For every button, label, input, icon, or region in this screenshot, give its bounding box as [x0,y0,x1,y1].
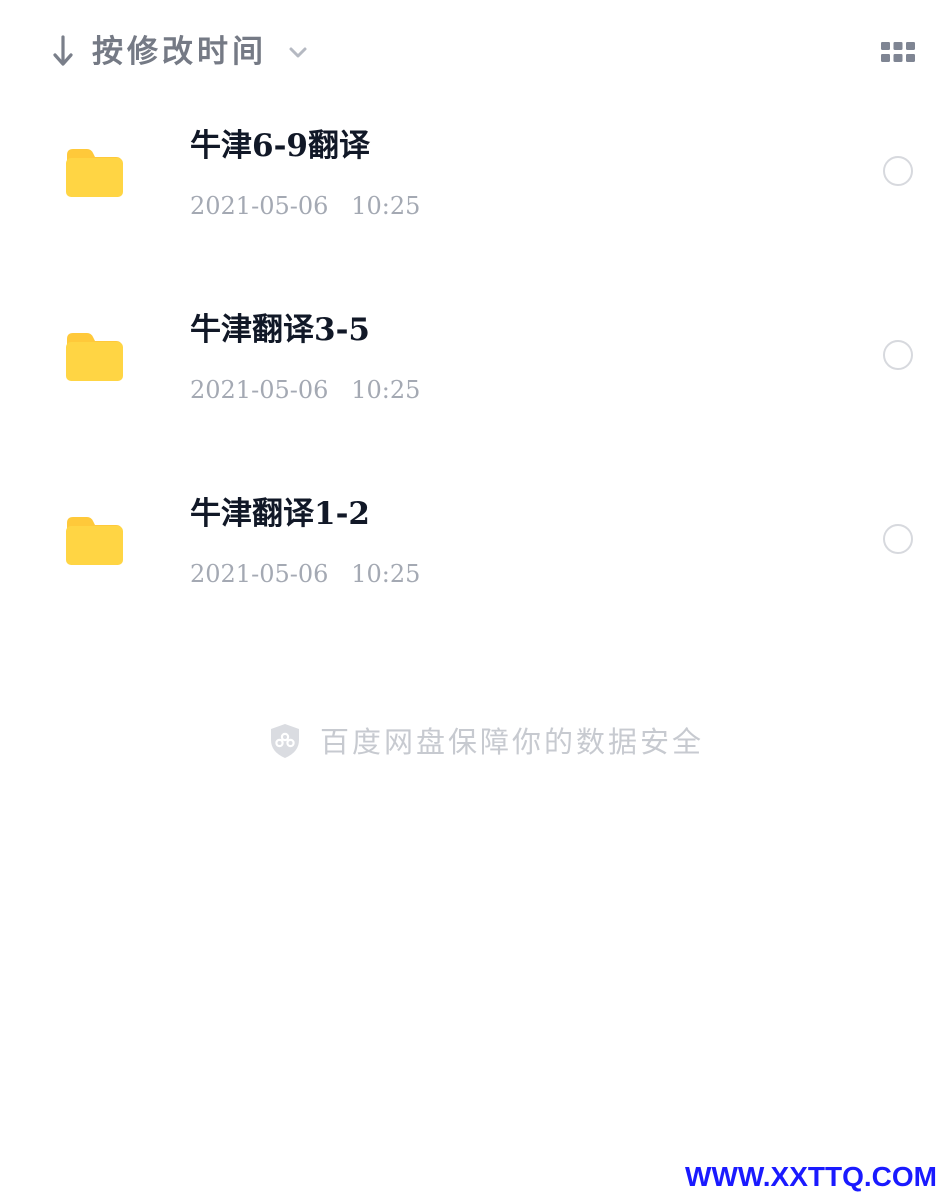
file-row[interactable]: 牛津6-9翻译 2021-05-06 10:25 [0,0,943,220]
file-name[interactable]: 牛津6-9翻译 [190,122,370,170]
select-radio[interactable] [883,156,913,186]
file-name[interactable]: 牛津翻译3-5 [190,306,370,354]
shield-icon [271,724,299,758]
file-row[interactable]: 牛津翻译1-2 2021-05-06 10:25 [0,368,943,588]
file-modified-date: 2021-05-06 10:25 [190,556,420,592]
select-radio[interactable] [883,524,913,554]
folder-icon [66,517,123,565]
security-note: 百度网盘保障你的数据安全 [0,718,943,766]
select-radio[interactable] [883,340,913,370]
file-date: 2021-05-06 [190,560,329,588]
file-name[interactable]: 牛津翻译1-2 [190,490,370,538]
site-watermark: WWW.XXTTQ.COM [685,1161,937,1192]
file-row[interactable]: 牛津翻译3-5 2021-05-06 10:25 [0,184,943,404]
security-note-text: 百度网盘保障你的数据安全 [320,725,705,759]
file-time: 10:25 [351,560,421,588]
